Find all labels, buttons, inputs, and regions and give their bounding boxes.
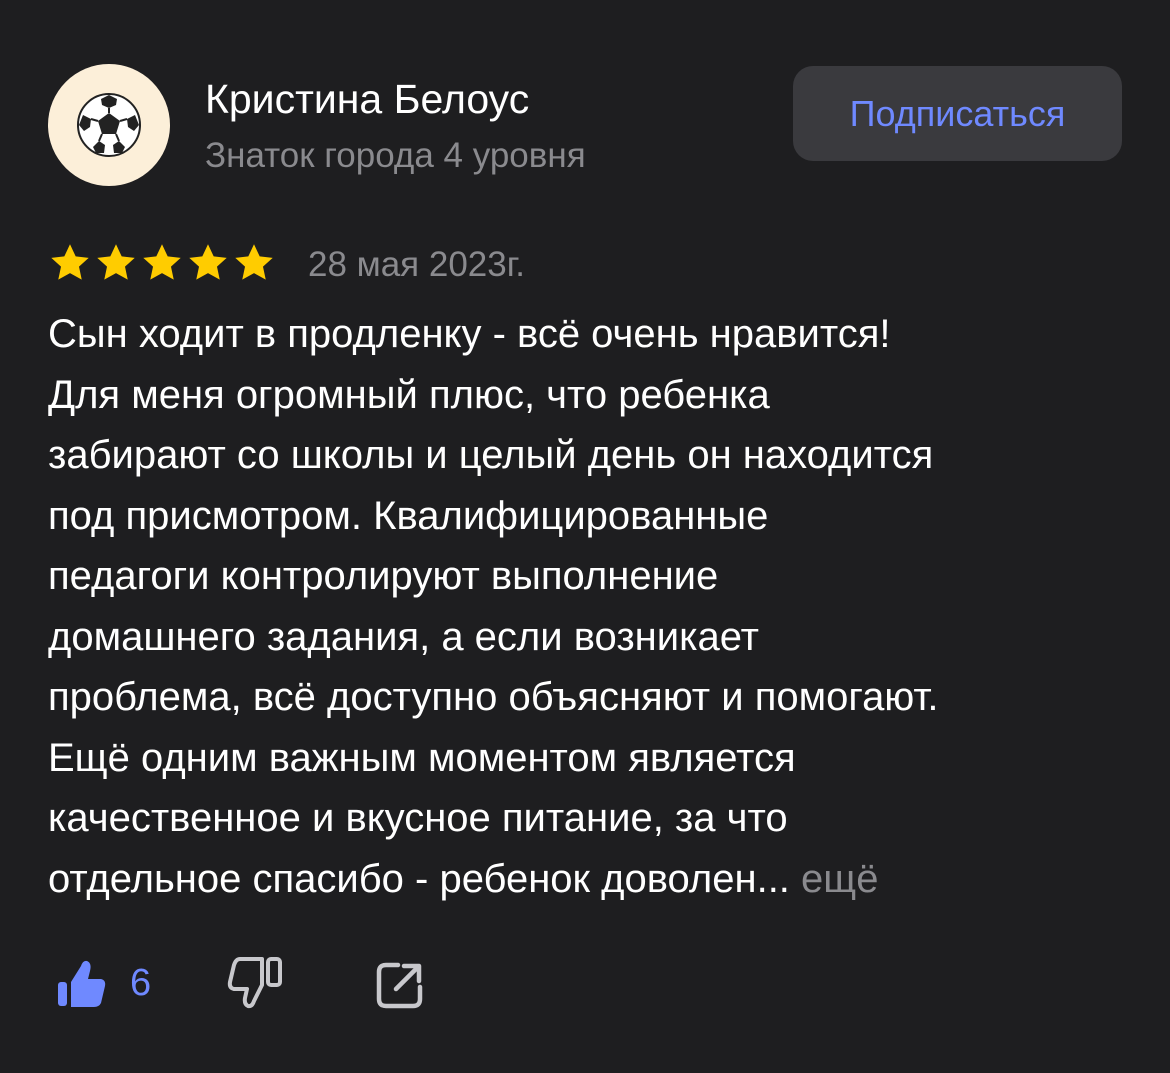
author-name[interactable]: Кристина Белоус bbox=[205, 74, 529, 124]
subscribe-button[interactable]: Подписаться bbox=[793, 66, 1122, 161]
star-icon bbox=[51, 244, 89, 280]
thumbs-up-icon bbox=[58, 960, 106, 1007]
share-button[interactable] bbox=[374, 959, 426, 1016]
like-count: 6 bbox=[130, 962, 152, 1004]
review-text-line: под присмотром. Квалифицированные bbox=[48, 493, 769, 538]
star-icon bbox=[97, 244, 135, 280]
review-text-line: забирают со школы и целый день он находи… bbox=[48, 433, 934, 477]
review-text: Сын ходит в продленку - всё очень нравит… bbox=[48, 304, 1138, 909]
soccer-ball-icon bbox=[77, 93, 141, 157]
review-text-line: Сын ходит в продленку - всё очень нравит… bbox=[48, 312, 891, 356]
share-icon bbox=[376, 962, 423, 1009]
star-icon bbox=[189, 244, 227, 280]
review-text-line: Для меня огромный плюс, что ребенка bbox=[48, 372, 770, 417]
review-date: 28 мая 2023г. bbox=[308, 245, 525, 284]
star-icon bbox=[143, 244, 181, 280]
review-text-line: качественное и вкусное питание, за что bbox=[48, 796, 788, 840]
review-text-line: педагоги контролируют выполнение bbox=[48, 554, 719, 598]
review-text-line: проблема, всё доступно объясняют и помог… bbox=[48, 675, 939, 719]
thumbs-down-icon bbox=[227, 957, 282, 1009]
dislike-button[interactable] bbox=[226, 955, 286, 1018]
star-icon bbox=[235, 244, 273, 280]
review-text-line: отдельное спасибо - ребенок доволен... bbox=[48, 856, 790, 901]
review-text-last-line: отдельное спасибо - ребенок доволен... е… bbox=[48, 849, 1138, 910]
read-more-link[interactable]: ещё bbox=[801, 857, 878, 901]
review-text-line: домашнего задания, а если возникает bbox=[48, 614, 759, 659]
author-level: Знаток города 4 уровня bbox=[205, 136, 586, 175]
like-button[interactable]: 6 bbox=[56, 955, 151, 1011]
avatar[interactable] bbox=[48, 64, 170, 186]
review-text-line: Ещё одним важным моментом является bbox=[48, 735, 796, 780]
rating-stars bbox=[48, 241, 276, 285]
